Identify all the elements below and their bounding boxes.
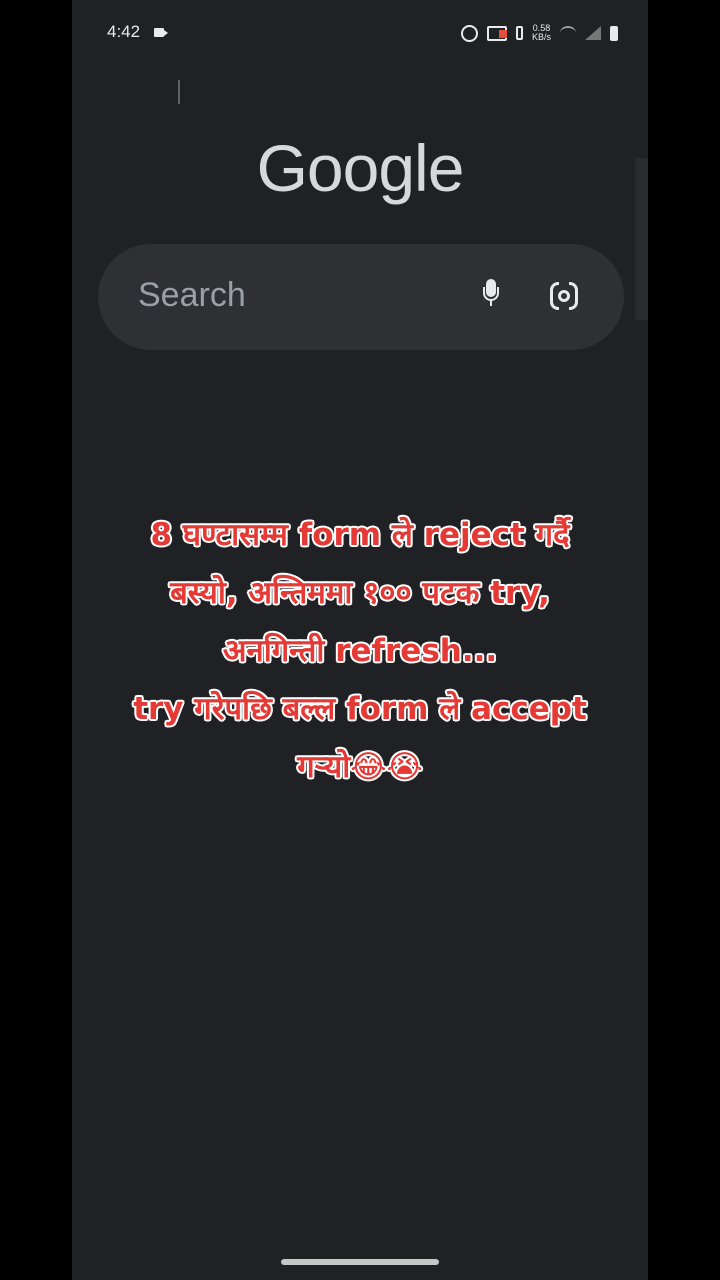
caption-line: try गरेपछि बल्ल form ले accept: [133, 691, 587, 727]
caption-line: 8 घण्टासम्म form ले reject गर्दै: [150, 517, 570, 553]
status-bar: 4:42 0.58 KB/s: [72, 0, 648, 66]
status-time: 4:42: [107, 22, 141, 41]
search-bar[interactable]: Search: [98, 244, 624, 350]
caption-line: अनगिन्ती refresh...: [222, 633, 498, 669]
vibrate-icon: [515, 26, 523, 40]
caption-line: बस्यो, अन्तिममा १०० पटक try,: [170, 575, 550, 611]
video-camera-icon: [154, 28, 168, 37]
network-speed: 0.58 KB/s: [532, 24, 551, 42]
cast-icon: [486, 25, 507, 41]
network-speed-unit: KB/s: [531, 32, 551, 42]
cell-signal-icon: [585, 26, 601, 40]
search-input[interactable]: Search: [138, 276, 246, 315]
google-logo: Google: [256, 131, 465, 205]
wifi-icon: [560, 26, 576, 40]
caption-line: गर्‍यो😂😭: [297, 749, 423, 785]
lens-camera-icon[interactable]: [550, 281, 582, 314]
alarm-icon: [460, 24, 478, 42]
status-icons: 0.58 KB/s: [460, 20, 618, 46]
home-gesture-bar[interactable]: [281, 1259, 439, 1265]
mic-icon[interactable]: [483, 279, 499, 306]
text-cursor: [178, 80, 180, 104]
phone-screen: 4:42 0.58 KB/s Google Search 8 घण्टासम्म…: [72, 0, 648, 1280]
caption-overlay: 8 घण्टासम्म form ले reject गर्दै बस्यो, …: [92, 506, 628, 796]
battery-icon: [610, 25, 618, 41]
